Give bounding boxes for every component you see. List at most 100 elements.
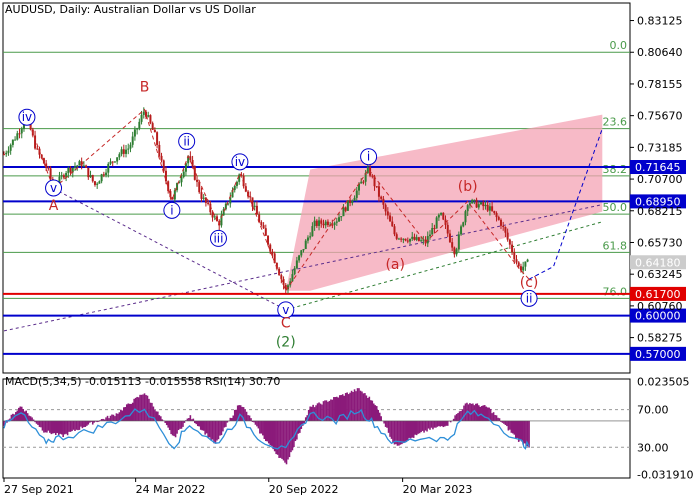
indicator-tick-label: 0.023505	[637, 376, 690, 389]
candle-body	[435, 217, 438, 229]
candle-body	[393, 226, 396, 235]
wave-label-blue: i	[367, 150, 370, 164]
candle-body	[140, 114, 143, 122]
indicator-title: MACD(5,34,5) -0.015113 -0.015558 RSI(14)…	[5, 375, 280, 388]
candle-body	[335, 221, 338, 223]
candle-body	[16, 133, 19, 140]
candle-body	[377, 186, 380, 197]
candle-body	[342, 207, 345, 217]
y-tick-label: 0.68215	[637, 205, 683, 218]
candle-body	[391, 221, 394, 227]
candle-body	[255, 205, 258, 215]
candle-body	[400, 238, 403, 240]
candle-body	[109, 161, 112, 164]
fib-label: 61.8	[603, 239, 628, 252]
candle-body	[311, 226, 314, 237]
candle-body	[3, 154, 5, 156]
candle-body	[73, 166, 76, 168]
candle-body	[389, 215, 392, 222]
candle-body	[466, 205, 469, 212]
y-tick-label: 0.80640	[637, 46, 683, 59]
wave-label-red: (c)	[520, 275, 539, 291]
y-tick-label: 0.70700	[637, 173, 683, 186]
candle-body	[251, 197, 254, 207]
candle-body	[471, 199, 474, 204]
chart-root: 0.0 23.6 38.2 50.0 61.8 76.0 0.71645 0.68950 0.…	[0, 0, 700, 500]
candle-body	[375, 186, 378, 188]
candle-body	[7, 150, 10, 153]
fib-label: 76.0	[603, 285, 628, 298]
wave-label-red: C	[281, 316, 291, 332]
candle-body	[386, 211, 389, 216]
candle-body	[149, 115, 152, 124]
candle-body	[47, 167, 50, 169]
candle-body	[105, 172, 108, 176]
candle-body	[362, 181, 365, 183]
candle-body	[96, 183, 99, 185]
candle-body	[315, 220, 318, 226]
wave-label-blue: v	[50, 181, 57, 195]
candle-body	[156, 132, 159, 145]
candle-body	[517, 262, 520, 267]
candle-body	[322, 223, 325, 226]
y-tick-label: 0.78155	[637, 78, 683, 91]
candle-body	[14, 139, 17, 141]
candle-body	[499, 219, 502, 226]
candle-body	[440, 212, 443, 215]
candle-body	[182, 171, 185, 177]
candle-body	[11, 139, 14, 145]
candle-body	[87, 167, 90, 178]
candle-body	[253, 205, 256, 207]
candle-body	[151, 123, 154, 130]
candle-body	[437, 214, 440, 218]
candle-body	[404, 238, 407, 241]
x-tick-label: 20 Mar 2023	[403, 483, 473, 496]
fib-label: 50.0	[603, 201, 628, 214]
wave-label-red: (a)	[385, 257, 405, 273]
candle-body	[309, 236, 312, 238]
candle-body	[455, 249, 458, 255]
wave-label-red: (b)	[458, 179, 478, 195]
candle-body	[60, 175, 63, 177]
candle-body	[138, 121, 141, 129]
y-tick-label: 0.83125	[637, 15, 683, 28]
candle-body	[204, 197, 207, 203]
candle-body	[304, 240, 307, 249]
indicator-panel	[2, 378, 631, 479]
candle-body	[107, 163, 110, 173]
candle-body	[202, 197, 205, 199]
candle-body	[371, 175, 374, 177]
candle-body	[120, 149, 123, 155]
wave-label-green: (2)	[276, 335, 296, 351]
candle-body	[331, 224, 334, 226]
candle-body	[118, 154, 121, 158]
candle-body	[85, 165, 88, 168]
candle-body	[338, 217, 341, 222]
candle-body	[477, 204, 480, 208]
chart-title: AUDUSD, Daily: Australian Dollar vs US D…	[5, 3, 256, 16]
candle-body	[200, 192, 203, 199]
candle-body	[136, 128, 139, 130]
candle-body	[433, 228, 436, 230]
candle-body	[411, 236, 414, 239]
candle-body	[264, 228, 267, 236]
y-tick-label: 0.75670	[637, 110, 683, 123]
y-tick-label: 0.73185	[637, 141, 683, 154]
candle-body	[18, 133, 21, 135]
candle-body	[446, 224, 449, 234]
candle-body	[76, 165, 79, 167]
candle-body	[262, 225, 265, 229]
candle-body	[100, 174, 103, 182]
candle-body	[324, 221, 327, 226]
candle-body	[346, 200, 349, 211]
x-tick-label: 27 Sep 2021	[4, 483, 74, 496]
y-tick-label: 0.63245	[637, 268, 683, 281]
x-tick-label: 24 Mar 2022	[136, 483, 206, 496]
time-axis: 27 Sep 2021 24 Mar 2022 20 Sep 2022 20 Mar …	[3, 478, 473, 496]
candle-body	[284, 284, 287, 290]
candle-body	[129, 144, 132, 149]
candle-body	[116, 157, 119, 162]
candle-body	[291, 274, 294, 282]
candle-body	[420, 240, 423, 242]
candle-body	[495, 213, 498, 218]
